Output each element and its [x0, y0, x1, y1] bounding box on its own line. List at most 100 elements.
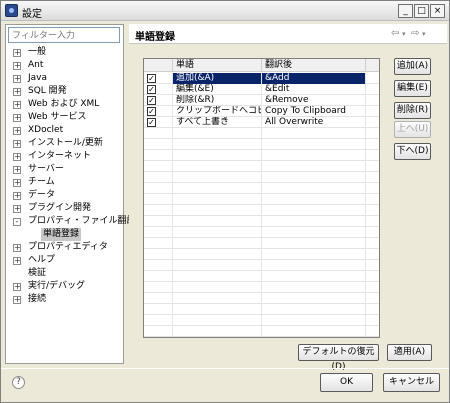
- checkbox[interactable]: ✓: [147, 107, 156, 116]
- cancel-button[interactable]: キャンセル: [383, 373, 440, 392]
- translation-cell: Copy To Clipboard: [262, 106, 366, 117]
- check-cell: ✓: [144, 117, 173, 128]
- tree-item-label: プロパティエディタ: [28, 242, 108, 252]
- empty-row: [144, 139, 379, 150]
- empty-row: [144, 315, 379, 326]
- tree-item-word-registration[interactable]: 単語登録: [8, 228, 123, 241]
- table-row[interactable]: ✓ クリップボードへコピー Copy To Clipboard: [144, 106, 379, 117]
- expand-icon[interactable]: +: [13, 88, 21, 96]
- tree-item-ant[interactable]: + Ant: [8, 59, 123, 72]
- empty-row: [144, 183, 379, 194]
- help-icon[interactable]: ?: [12, 376, 25, 389]
- tree-item-install-update[interactable]: + インストール/更新: [8, 137, 123, 150]
- expand-icon[interactable]: +: [13, 296, 21, 304]
- tree-item-team[interactable]: + チーム: [8, 176, 123, 189]
- expand-icon[interactable]: +: [13, 140, 21, 148]
- word-cell: すべて上書き: [173, 117, 262, 128]
- filter-input[interactable]: [8, 27, 120, 43]
- expand-icon[interactable]: +: [13, 75, 21, 83]
- check-cell: ✓: [144, 106, 173, 117]
- checkbox[interactable]: ✓: [147, 74, 156, 83]
- collapse-icon[interactable]: -: [13, 218, 21, 226]
- expand-icon[interactable]: +: [13, 192, 21, 200]
- maximize-button[interactable]: □: [414, 4, 429, 18]
- tree-item-web-services[interactable]: + Web サービス: [8, 111, 123, 124]
- tree-item-internet[interactable]: + インターネット: [8, 150, 123, 163]
- expand-icon[interactable]: +: [13, 205, 21, 213]
- check-cell: ✓: [144, 84, 173, 95]
- close-button[interactable]: ×: [430, 4, 445, 18]
- translation-cell: &Remove: [262, 95, 366, 106]
- expand-icon[interactable]: +: [13, 101, 21, 109]
- empty-row: [144, 205, 379, 216]
- add-button[interactable]: 追加(A): [394, 58, 431, 75]
- empty-row: [144, 293, 379, 304]
- edit-button[interactable]: 編集(E): [394, 80, 431, 97]
- empty-row: [144, 304, 379, 315]
- table-row[interactable]: ✓ すべて上書き All Overwrite: [144, 117, 379, 128]
- minimize-button[interactable]: _: [398, 4, 413, 18]
- tree-item-label: SQL 開発: [28, 86, 67, 96]
- check-cell: ✓: [144, 73, 173, 84]
- checkbox[interactable]: ✓: [147, 96, 156, 105]
- back-arrow-icon[interactable]: ⇦: [391, 28, 399, 39]
- column-header-translation[interactable]: 翻訳後: [262, 59, 366, 72]
- expand-icon[interactable]: +: [13, 244, 21, 252]
- expand-icon[interactable]: +: [13, 166, 21, 174]
- tree-item-label: 単語登録: [41, 228, 82, 241]
- translation-cell: &Add: [262, 73, 366, 84]
- delete-button[interactable]: 削除(R): [394, 102, 431, 119]
- tree-item-validation[interactable]: 検証: [8, 267, 123, 280]
- tree-item-label: Java: [28, 73, 48, 83]
- restore-defaults-button[interactable]: デフォルトの復元(D): [298, 344, 379, 372]
- forward-arrow-icon[interactable]: ⇨: [411, 28, 419, 39]
- expand-icon[interactable]: +: [13, 153, 21, 161]
- tree-item-label: チーム: [28, 177, 55, 187]
- tree-item-sql-development[interactable]: + SQL 開発: [8, 85, 123, 98]
- checkbox[interactable]: ✓: [147, 85, 156, 94]
- tree-item-property-file-translation[interactable]: - プロパティ・ファイル翻訳: [8, 215, 135, 228]
- expand-icon[interactable]: +: [13, 127, 21, 135]
- column-header-check[interactable]: [144, 59, 173, 72]
- move-up-button[interactable]: 上へ(U): [394, 121, 431, 138]
- expand-icon[interactable]: +: [13, 257, 21, 265]
- tree-item-run-debug[interactable]: + 実行/デバッグ: [8, 280, 123, 293]
- tree-item-plugin-development[interactable]: + プラグイン開発: [8, 202, 123, 215]
- tree-item-help[interactable]: + ヘルプ: [8, 254, 123, 267]
- column-header-word[interactable]: 単語: [173, 59, 262, 72]
- preference-page: 単語登録 ⇦ ▾ ⇨ ▾ 単語 翻訳後 ✓ 追加(&A) &Add ✓ 編集(&…: [129, 24, 447, 372]
- table-header: 単語 翻訳後: [144, 59, 379, 72]
- table-row[interactable]: ✓ 編集(&E) &Edit: [144, 84, 379, 95]
- ok-button[interactable]: OK: [320, 373, 373, 392]
- preference-tree-panel: + 一般 + Ant + Java + SQL 開発 + Web および XML + Web…: [5, 24, 135, 364]
- word-table[interactable]: 単語 翻訳後 ✓ 追加(&A) &Add ✓ 編集(&E) &Edit ✓ 削除…: [143, 58, 380, 338]
- tree-item-connection[interactable]: + 接続: [8, 293, 123, 306]
- table-row[interactable]: ✓ 削除(&R) &Remove: [144, 95, 379, 106]
- tree-item-server[interactable]: + サーバー: [8, 163, 123, 176]
- expand-icon[interactable]: +: [13, 114, 21, 122]
- tree-item-property-editor[interactable]: + プロパティエディタ: [8, 241, 123, 254]
- tree-item-xdoclet[interactable]: + XDoclet: [8, 124, 123, 137]
- table-row[interactable]: ✓ 追加(&A) &Add: [144, 73, 379, 84]
- tree-item-label: 一般: [28, 47, 47, 57]
- tree-item-label: 検証: [28, 268, 47, 278]
- word-cell: 削除(&R): [173, 95, 262, 106]
- empty-row: [144, 260, 379, 271]
- expand-icon[interactable]: +: [13, 283, 21, 291]
- tree-item-label: インストール/更新: [28, 138, 103, 148]
- tree-item-web-xml[interactable]: + Web および XML: [8, 98, 123, 111]
- expand-icon[interactable]: +: [13, 49, 21, 57]
- forward-dropdown-icon[interactable]: ▾: [422, 30, 426, 38]
- tree-item-general[interactable]: + 一般: [8, 46, 123, 59]
- tree-item-java[interactable]: + Java: [8, 72, 123, 85]
- checkbox[interactable]: ✓: [147, 118, 156, 127]
- tree-item-data[interactable]: + データ: [8, 189, 123, 202]
- move-down-button[interactable]: 下へ(D): [394, 143, 431, 160]
- empty-row: [144, 271, 379, 282]
- empty-row: [144, 150, 379, 161]
- apply-button[interactable]: 適用(A): [387, 344, 432, 361]
- tree-item-label: Web および XML: [28, 99, 100, 109]
- expand-icon[interactable]: +: [13, 179, 21, 187]
- back-dropdown-icon[interactable]: ▾: [402, 30, 406, 38]
- expand-icon[interactable]: +: [13, 62, 21, 70]
